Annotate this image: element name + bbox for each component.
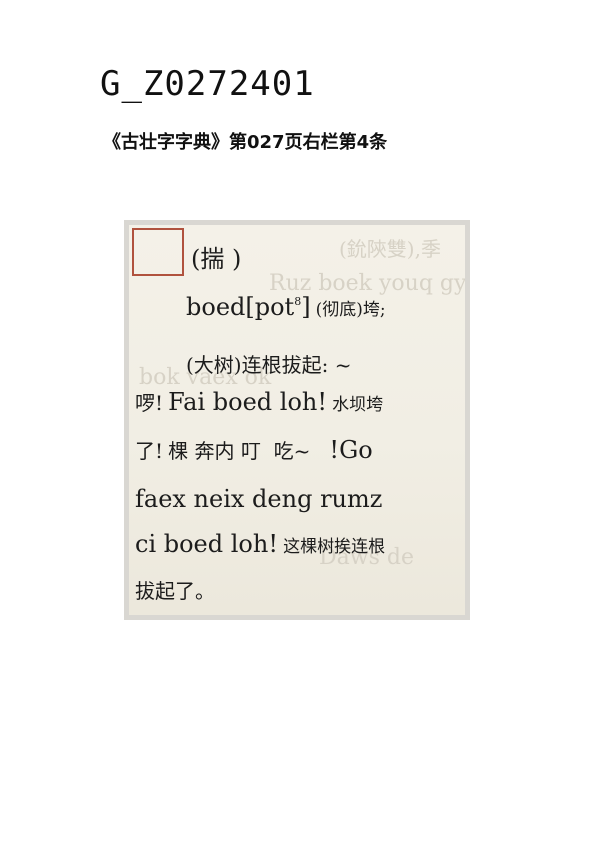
document-title: G_Z0272401 𭯑 — [100, 58, 330, 105]
entry-line-3: 啰! Fai boed loh! 水坝垮 — [135, 387, 383, 416]
romanization-bracket: ] — [301, 293, 310, 321]
example-romanization: !Go — [329, 436, 372, 464]
headword-box: 𭯑 — [132, 228, 184, 276]
example-romanization: ci boed loh! — [135, 530, 278, 558]
example-gloss: 这棵树挨连根 — [283, 537, 385, 557]
example-prefix: 啰! — [135, 391, 163, 415]
entry-line-2: (大树)连根拔起: ~ — [186, 349, 351, 378]
entry-line-4: 了! 棵 奔内 叮 𪽁 吃~ !Go — [135, 435, 373, 464]
sawndip-characters: 棵 奔内 叮 𪽁 吃~ — [168, 439, 310, 463]
romanization: boed[pot — [186, 293, 294, 321]
entry-line-5: faex neix deng rumz — [135, 485, 382, 513]
entry-code: G_Z0272401 — [100, 64, 315, 104]
variant-form: (揣 ) — [191, 239, 241, 274]
entry-line-7: 拔起了。 — [135, 575, 215, 604]
example-romanization: Fai boed loh! — [168, 388, 327, 416]
entry-glyph: 𭯑 — [329, 58, 330, 105]
example-prefix: 了! — [135, 439, 163, 463]
source-reference: 《古壮字字典》第027页右栏第4条 — [103, 128, 387, 154]
scan-page: (鈗陝雙),季 Ruz boek youq gyang bok vaex ok … — [129, 225, 465, 615]
entry-line-1: boed[pot8] (彻底)垮; — [186, 293, 386, 321]
example-gloss: 水坝垮 — [332, 395, 383, 415]
entry-line-6: ci boed loh! 这棵树挨连根 — [135, 530, 385, 558]
show-through-text: (鈗陝雙),季 — [339, 233, 441, 262]
dictionary-scan: (鈗陝雙),季 Ruz boek youq gyang bok vaex ok … — [124, 220, 470, 620]
gloss: (彻底)垮; — [316, 300, 386, 320]
